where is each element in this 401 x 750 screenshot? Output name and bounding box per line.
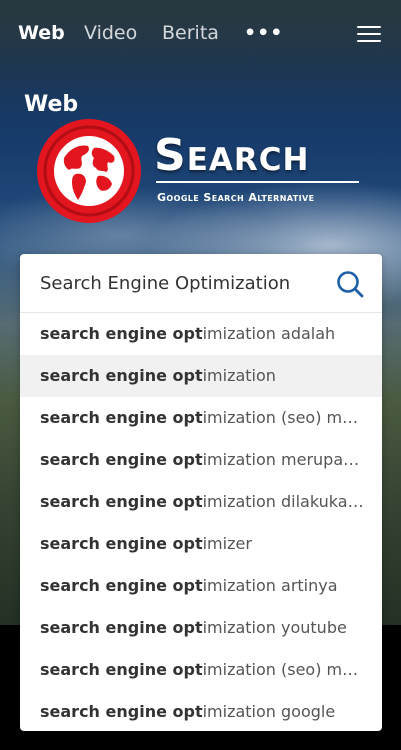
suggestion-rest-text: imizer: [202, 534, 252, 553]
suggestion-rest-text: imization google: [202, 702, 336, 721]
suggestion-match-text: search engine opt: [40, 702, 203, 721]
suggestion-match-text: search engine opt: [40, 408, 203, 427]
logo-divider: [156, 181, 359, 183]
suggestion-item[interactable]: search engine optimization youtube: [20, 607, 382, 649]
search-bar: [20, 254, 382, 313]
suggestion-item[interactable]: search engine optimization artinya: [20, 565, 382, 607]
tab-video[interactable]: Video: [84, 22, 137, 44]
suggestion-match-text: search engine opt: [40, 450, 203, 469]
suggestion-match-text: search engine opt: [40, 324, 203, 343]
suggestion-item[interactable]: search engine optimization merupak...: [20, 439, 382, 481]
tab-berita[interactable]: Berita: [162, 22, 219, 44]
page-title: Web: [24, 92, 79, 117]
globe-icon: [37, 119, 141, 223]
hamburger-line: [357, 26, 381, 28]
search-panel: search engine optimization adalahsearch …: [20, 254, 382, 731]
suggestion-match-text: search engine opt: [40, 660, 203, 679]
suggestion-item[interactable]: search engine optimization (seo) mer...: [20, 397, 382, 439]
search-input[interactable]: [40, 270, 330, 296]
suggestion-item[interactable]: search engine optimization dilakukan...: [20, 481, 382, 523]
suggestion-match-text: search engine opt: [40, 492, 203, 511]
suggestion-item[interactable]: search engine optimization adalah: [20, 313, 382, 355]
suggestion-item[interactable]: search engine optimization google: [20, 691, 382, 731]
suggestion-rest-text: imization youtube: [202, 618, 347, 637]
suggestion-match-text: search engine opt: [40, 534, 203, 553]
search-icon[interactable]: [336, 270, 364, 298]
suggestion-rest-text: imization adalah: [202, 324, 336, 343]
logo-tagline: Google Search Alternative: [157, 191, 315, 204]
suggestion-rest-text: imization (seo) mer...: [202, 408, 373, 427]
suggestion-match-text: search engine opt: [40, 366, 203, 385]
logo-wordmark: Search: [154, 130, 310, 181]
hamburger-line: [357, 40, 381, 42]
suggestion-item[interactable]: search engine optimization: [20, 355, 382, 397]
suggestion-match-text: search engine opt: [40, 618, 203, 637]
suggestion-match-text: search engine opt: [40, 576, 203, 595]
suggestion-rest-text: imization artinya: [202, 576, 338, 595]
top-nav: Web Video Berita •••: [0, 0, 401, 70]
suggestion-rest-text: imization (seo) mer...: [202, 660, 373, 679]
suggestion-rest-text: imization dilakukan...: [202, 492, 373, 511]
suggestion-rest-text: imization: [202, 366, 276, 385]
hamburger-menu-icon[interactable]: [357, 26, 381, 44]
more-dots-icon[interactable]: •••: [244, 22, 283, 44]
suggestion-item[interactable]: search engine optimization (seo) mer...: [20, 649, 382, 691]
suggestion-rest-text: imization merupak...: [202, 450, 368, 469]
hamburger-line: [357, 33, 381, 35]
tab-web[interactable]: Web: [18, 22, 65, 44]
suggestion-item[interactable]: search engine optimizer: [20, 523, 382, 565]
suggestion-list: search engine optimization adalah search …: [20, 313, 382, 731]
